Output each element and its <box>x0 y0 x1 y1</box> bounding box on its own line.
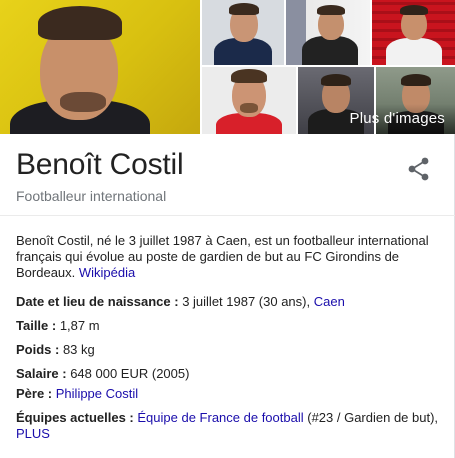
entity-title: Benoît Costil <box>16 148 184 181</box>
fact-value: 3 juillet 1987 (30 ans), <box>178 294 314 309</box>
father-link[interactable]: Philippe Costil <box>56 386 138 401</box>
photo-thumb-1[interactable] <box>202 0 284 65</box>
fact-salary: Salaire : 648 000 EUR (2005) <box>16 366 446 382</box>
more-images-link[interactable]: Plus d'images <box>349 110 445 127</box>
entity-subtitle: Footballeur international <box>16 188 167 204</box>
fact-height: Taille : 1,87 m <box>16 318 446 334</box>
share-button[interactable] <box>404 156 434 182</box>
photo-grid: Plus d'images <box>0 0 455 134</box>
main-photo[interactable] <box>0 0 200 134</box>
photo-thumb-4[interactable] <box>202 67 296 134</box>
fact-birth: Date et lieu de naissance : 3 juillet 19… <box>16 294 446 310</box>
fact-value: 648 000 EUR (2005) <box>66 366 190 381</box>
fact-value: (#23 / Gardien de but), <box>303 410 439 425</box>
wikipedia-link[interactable]: Wikipédia <box>79 265 135 280</box>
knowledge-panel: Plus d'images Benoît Costil Footballeur … <box>0 0 455 458</box>
photo-thumb-3[interactable] <box>372 0 455 65</box>
photo-thumb-2[interactable] <box>286 0 370 65</box>
more-teams-link[interactable]: PLUS <box>16 426 50 441</box>
fact-label: Salaire : <box>16 366 67 381</box>
fact-label: Père : <box>16 386 53 401</box>
birthplace-link[interactable]: Caen <box>314 294 345 309</box>
fact-label: Date et lieu de naissance : <box>16 294 179 309</box>
fact-value: 1,87 m <box>56 318 100 333</box>
fact-weight: Poids : 83 kg <box>16 342 446 358</box>
header-divider <box>0 215 455 216</box>
fact-label: Poids : <box>16 342 60 357</box>
fact-teams: Équipes actuelles : Équipe de France de … <box>16 410 446 442</box>
entity-description: Benoît Costil, né le 3 juillet 1987 à Ca… <box>16 233 441 281</box>
share-icon <box>408 157 429 181</box>
fact-label: Taille : <box>16 318 57 333</box>
team-link[interactable]: Équipe de France de football <box>137 410 303 425</box>
fact-father: Père : Philippe Costil <box>16 386 446 402</box>
fact-value: 83 kg <box>59 342 95 357</box>
fact-label: Équipes actuelles : <box>16 410 134 425</box>
